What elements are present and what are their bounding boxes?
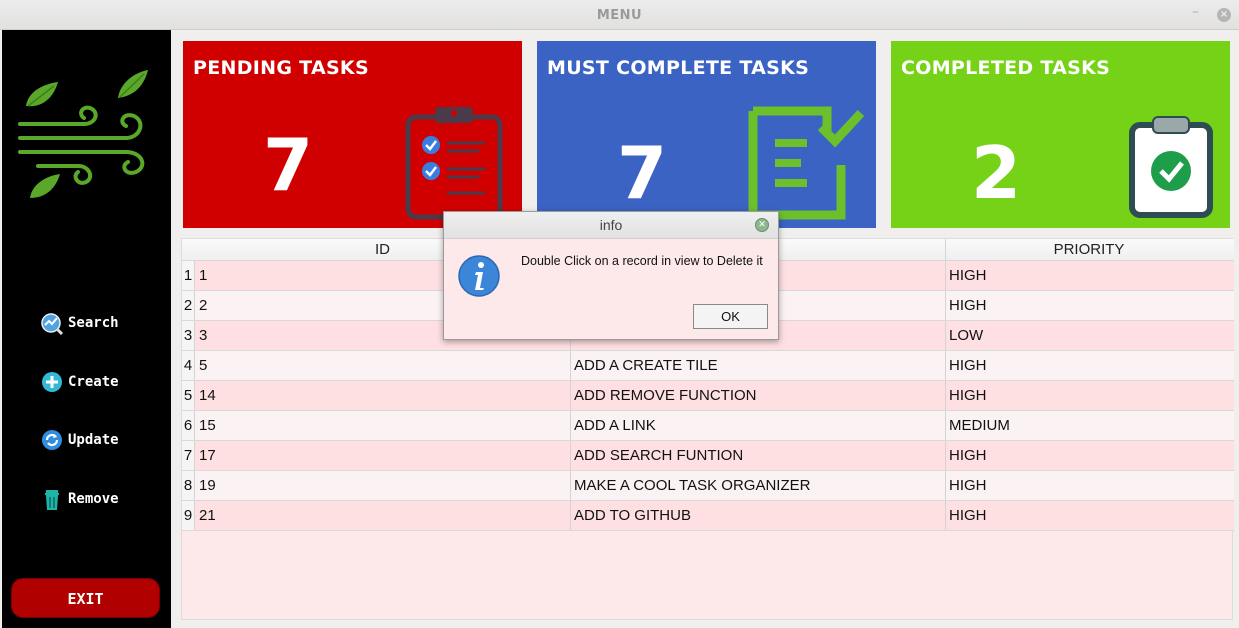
completed-tasks-title: COMPLETED TASKS <box>901 57 1111 79</box>
dialog-title: info <box>444 212 778 239</box>
table-row[interactable]: 6 15 ADD A LINK MEDIUM <box>182 411 1234 441</box>
table-row[interactable]: 9 21 ADD TO GITHUB HIGH <box>182 501 1234 531</box>
cell-id[interactable]: 5 <box>199 351 569 380</box>
row-number: 4 <box>182 351 195 380</box>
row-number: 8 <box>182 471 195 500</box>
must-complete-tasks-title: MUST COMPLETE TASKS <box>547 57 810 79</box>
must-complete-tasks-count: 7 <box>617 131 668 215</box>
row-number: 1 <box>182 261 195 290</box>
clipboard-checklist-icon <box>405 107 503 220</box>
must-complete-tasks-tile: MUST COMPLETE TASKS 7 <box>537 41 876 228</box>
dialog-close-button[interactable]: ✕ <box>755 218 769 232</box>
dialog-message: Double Click on a record in view to Dele… <box>521 254 763 268</box>
trash-icon <box>45 490 59 510</box>
row-number: 7 <box>182 441 195 470</box>
pending-tasks-tile: PENDING TASKS 7 <box>183 41 522 228</box>
exit-button[interactable]: EXIT <box>11 578 160 618</box>
refresh-circle-icon <box>42 430 62 450</box>
cell-priority[interactable]: HIGH <box>949 261 1229 290</box>
cell-priority[interactable]: HIGH <box>949 351 1229 380</box>
close-button[interactable]: × <box>1217 8 1231 22</box>
title-bar: MENU – × <box>0 0 1239 30</box>
header-priority[interactable]: PRIORITY <box>945 241 1233 258</box>
table-row[interactable]: 5 14 ADD REMOVE FUNCTION HIGH <box>182 381 1234 411</box>
pending-tasks-count: 7 <box>263 123 314 207</box>
cell-priority[interactable]: HIGH <box>949 471 1229 500</box>
cell-name[interactable]: ADD REMOVE FUNCTION <box>574 381 944 410</box>
cell-id[interactable]: 21 <box>199 501 569 530</box>
search-button[interactable]: Search <box>40 309 119 337</box>
row-number: 5 <box>182 381 195 410</box>
cell-name[interactable]: ADD A LINK <box>574 411 944 440</box>
minimize-button[interactable]: – <box>1192 4 1199 20</box>
ok-button[interactable]: OK <box>693 304 768 329</box>
sidebar: Search Create Update Remove EXIT <box>2 30 171 628</box>
cell-priority[interactable]: HIGH <box>949 291 1229 320</box>
window-title: MENU <box>596 8 643 23</box>
table-row[interactable]: 7 17 ADD SEARCH FUNTION HIGH <box>182 441 1234 471</box>
cell-id[interactable]: 17 <box>199 441 569 470</box>
cell-priority[interactable]: HIGH <box>949 501 1229 530</box>
cell-priority[interactable]: MEDIUM <box>949 411 1229 440</box>
pending-tasks-title: PENDING TASKS <box>193 57 369 79</box>
update-label: Update <box>68 432 119 448</box>
cell-id[interactable]: 19 <box>199 471 569 500</box>
remove-button[interactable]: Remove <box>40 485 119 513</box>
search-chart-icon <box>41 313 64 335</box>
info-dialog: info ✕ Double Click on a record in view … <box>443 211 779 340</box>
cell-name[interactable]: ADD SEARCH FUNTION <box>574 441 944 470</box>
document-check-icon <box>748 106 865 220</box>
cell-id[interactable]: 14 <box>199 381 569 410</box>
row-number: 6 <box>182 411 195 440</box>
table-row[interactable]: 4 5 ADD A CREATE TILE HIGH <box>182 351 1234 381</box>
row-number: 3 <box>182 321 195 350</box>
cell-name[interactable]: MAKE A COOL TASK ORGANIZER <box>574 471 944 500</box>
table-row[interactable]: 8 19 MAKE A COOL TASK ORGANIZER HIGH <box>182 471 1234 501</box>
cell-priority[interactable]: LOW <box>949 321 1229 350</box>
app-window: MENU – × Search Create Update Remove EXI… <box>0 0 1239 628</box>
row-number: 9 <box>182 501 195 530</box>
cell-priority[interactable]: HIGH <box>949 381 1229 410</box>
remove-label: Remove <box>68 491 119 507</box>
update-button[interactable]: Update <box>40 426 119 454</box>
cell-id[interactable]: 15 <box>199 411 569 440</box>
completed-tasks-count: 2 <box>971 131 1022 215</box>
search-label: Search <box>68 315 119 331</box>
cell-name[interactable]: ADD A CREATE TILE <box>574 351 944 380</box>
create-label: Create <box>68 374 119 390</box>
row-number: 2 <box>182 291 195 320</box>
plus-circle-icon <box>42 372 62 392</box>
leaves-wind-icon <box>18 70 148 198</box>
cell-name[interactable]: ADD TO GITHUB <box>574 501 944 530</box>
clipboard-checkmark-icon <box>1129 116 1213 218</box>
completed-tasks-tile: COMPLETED TASKS 2 <box>891 41 1230 228</box>
create-button[interactable]: Create <box>40 368 119 396</box>
cell-priority[interactable]: HIGH <box>949 441 1229 470</box>
info-icon <box>458 255 500 297</box>
